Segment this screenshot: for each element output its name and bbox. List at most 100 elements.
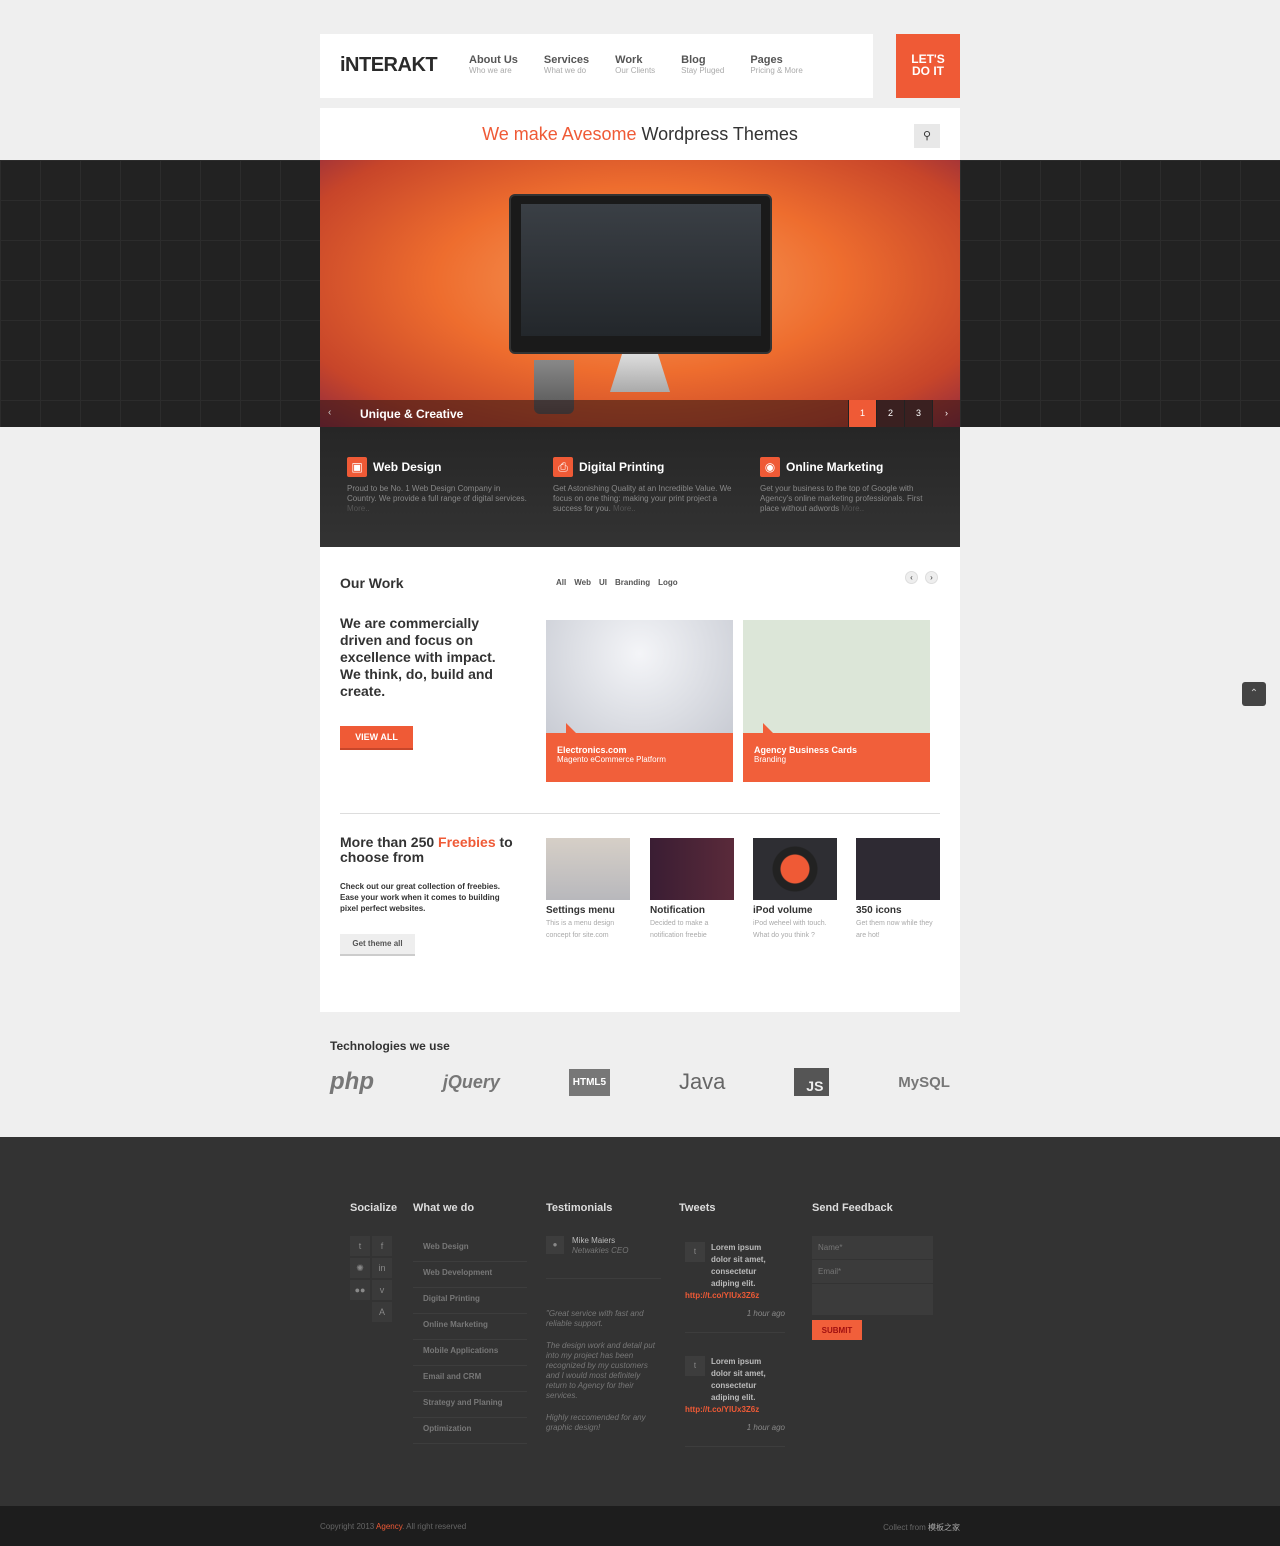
card-sub: Magento eCommerce Platform xyxy=(557,755,666,764)
work-filters: All Web UI Branding Logo xyxy=(556,578,678,587)
search-icon: ⚲ xyxy=(922,130,932,142)
footer-link[interactable]: Web Development xyxy=(413,1262,527,1288)
nav-about[interactable]: About Us Who we are xyxy=(469,54,518,75)
filter-ui[interactable]: UI xyxy=(599,578,607,587)
testimonial-name: Mike Maiers xyxy=(572,1236,616,1245)
testimonial-role: Netwakies CEO xyxy=(572,1246,629,1255)
footer-link[interactable]: Strategy and Planing xyxy=(413,1392,527,1418)
jquery-logo: jQuery xyxy=(442,1071,500,1092)
globe-icon: ◉ xyxy=(760,457,780,477)
tagline-rest: Wordpress Themes xyxy=(636,124,798,144)
what-we-do-title: What we do xyxy=(413,1202,475,1214)
nav-pages[interactable]: Pages Pricing & More xyxy=(750,54,802,75)
freebie-ipod-volume[interactable]: iPod volume iPod weheel with touch. What … xyxy=(753,838,837,942)
slider-next-icon[interactable]: › xyxy=(932,400,960,427)
work-prev-icon[interactable]: ‹ xyxy=(905,571,918,584)
nav-title: Pages xyxy=(750,54,783,66)
hero-slide xyxy=(320,160,960,427)
slide-dot-1[interactable]: 1 xyxy=(848,400,876,427)
scroll-top-button[interactable]: ⌃ xyxy=(1242,682,1266,706)
brand-link[interactable]: Agency xyxy=(376,1522,402,1531)
our-work-title: Our Work xyxy=(340,575,404,591)
testimonial-quote: The design work and detail put into my p… xyxy=(546,1341,655,1400)
slider-prev-icon[interactable]: ‹ xyxy=(328,407,331,418)
mysql-logo: MySQL xyxy=(898,1073,950,1091)
get-theme-all-button[interactable]: Get theme all xyxy=(340,934,415,956)
nav-title: About Us xyxy=(469,54,518,66)
tweet-time: 1 hour ago xyxy=(685,1422,785,1447)
collect-site-link[interactable]: 模板之家 xyxy=(928,1523,960,1532)
nav-sub: Who we are xyxy=(469,66,512,75)
work-card-business-cards[interactable]: Agency Business Cards Branding xyxy=(743,620,930,782)
copyright: Copyright 2013 Agency. All right reserve… xyxy=(320,1522,467,1531)
bottom-bar: Copyright 2013 Agency. All right reserve… xyxy=(0,1506,1280,1546)
service-title: Web Design xyxy=(373,460,442,474)
feedback-title: Send Feedback xyxy=(812,1202,893,1214)
more-link[interactable]: More.. xyxy=(347,504,370,513)
linkedin-icon[interactable]: in xyxy=(372,1258,392,1278)
forrst-icon[interactable]: A xyxy=(372,1302,392,1322)
slide-dot-2[interactable]: 2 xyxy=(876,400,904,427)
footer-link[interactable]: Optimization xyxy=(413,1418,527,1444)
main-nav: About Us Who we are Services What we do Wo… xyxy=(469,54,803,75)
testimonial-quote: "Great service with fast and reliable su… xyxy=(546,1309,644,1328)
slide-dot-3[interactable]: 3 xyxy=(904,400,932,427)
freebie-settings-menu[interactable]: Settings menu This is a menu design conce… xyxy=(546,838,630,942)
footer-link[interactable]: Digital Printing xyxy=(413,1288,527,1314)
filter-web[interactable]: Web xyxy=(574,578,591,587)
email-field[interactable] xyxy=(812,1260,933,1284)
dribbble-icon[interactable]: ✺ xyxy=(350,1258,370,1278)
slide-title: Unique & Creative xyxy=(360,407,464,421)
more-link[interactable]: More.. xyxy=(841,504,864,513)
footer-link[interactable]: Email and CRM xyxy=(413,1366,527,1392)
twitter-icon[interactable]: t xyxy=(350,1236,370,1256)
nav-blog[interactable]: Blog Stay Pluged xyxy=(681,54,724,75)
filter-logo[interactable]: Logo xyxy=(658,578,678,587)
card-title: Electronics.com xyxy=(557,745,627,755)
nav-work[interactable]: Work Our Clients xyxy=(615,54,655,75)
freebie-thumb xyxy=(546,838,630,900)
footer-link[interactable]: Web Design xyxy=(413,1236,527,1262)
work-next-icon[interactable]: › xyxy=(925,571,938,584)
facebook-icon[interactable]: f xyxy=(372,1236,392,1256)
filter-branding[interactable]: Branding xyxy=(615,578,650,587)
monitor-stand xyxy=(610,354,670,392)
watermelon-image xyxy=(743,620,930,733)
nav-sub: What we do xyxy=(543,66,587,75)
footer-link[interactable]: Mobile Applications xyxy=(413,1340,527,1366)
vimeo-icon[interactable]: v xyxy=(372,1280,392,1300)
submit-button[interactable]: SUBMIT xyxy=(812,1320,862,1340)
printer-icon: ⎙ xyxy=(553,457,573,477)
nav-title: Work xyxy=(615,54,643,66)
nav-services[interactable]: Services What we do xyxy=(544,54,589,75)
lets-do-it-button[interactable]: LET'S DO IT xyxy=(896,34,960,98)
name-field[interactable] xyxy=(812,1236,933,1260)
footer-link[interactable]: Online Marketing xyxy=(413,1314,527,1340)
filter-all[interactable]: All xyxy=(556,578,566,587)
slider-caption: ‹ Unique & Creative 1 2 3 › xyxy=(320,400,960,427)
search-button[interactable]: ⚲ xyxy=(914,124,940,148)
freebie-350-icons[interactable]: 350 icons Get them now while they are hot… xyxy=(856,838,940,942)
cta-line2: DO IT xyxy=(912,64,944,78)
service-text: Proud to be No. 1 Web Design Company in … xyxy=(347,484,527,503)
service-digital-printing: ⎙ Digital Printing Get Astonishing Quality… xyxy=(553,457,733,514)
tagline: We make Avesome Wordpress Themes xyxy=(320,108,960,160)
more-link[interactable]: More.. xyxy=(613,504,636,513)
js-logo: JS xyxy=(794,1068,830,1096)
tweet-link[interactable]: http://t.co/YlUx3Z6z xyxy=(685,1290,785,1302)
tweet-2: t Lorem ipsum dolor sit amet, consectetur… xyxy=(685,1356,785,1447)
tweet-link[interactable]: http://t.co/YlUx3Z6z xyxy=(685,1404,785,1416)
work-intro: We are commercially driven and focus on … xyxy=(340,615,496,699)
view-all-button[interactable]: VIEW ALL xyxy=(340,726,413,748)
service-title: Digital Printing xyxy=(579,460,665,474)
work-card-electronics[interactable]: Electronics.com Magento eCommerce Platfor… xyxy=(546,620,733,782)
nav-title: Services xyxy=(543,54,590,66)
freebie-notification[interactable]: Notification Decided to make a notificati… xyxy=(650,838,734,942)
message-field[interactable] xyxy=(812,1284,933,1316)
shaver-image xyxy=(546,620,733,733)
flickr-icon[interactable]: ●● xyxy=(350,1280,370,1300)
tweets-title: Tweets xyxy=(679,1202,716,1214)
logo[interactable]: iNTERAKT xyxy=(340,54,438,77)
php-logo: php xyxy=(330,1068,374,1095)
nav-title: Blog xyxy=(681,54,706,66)
